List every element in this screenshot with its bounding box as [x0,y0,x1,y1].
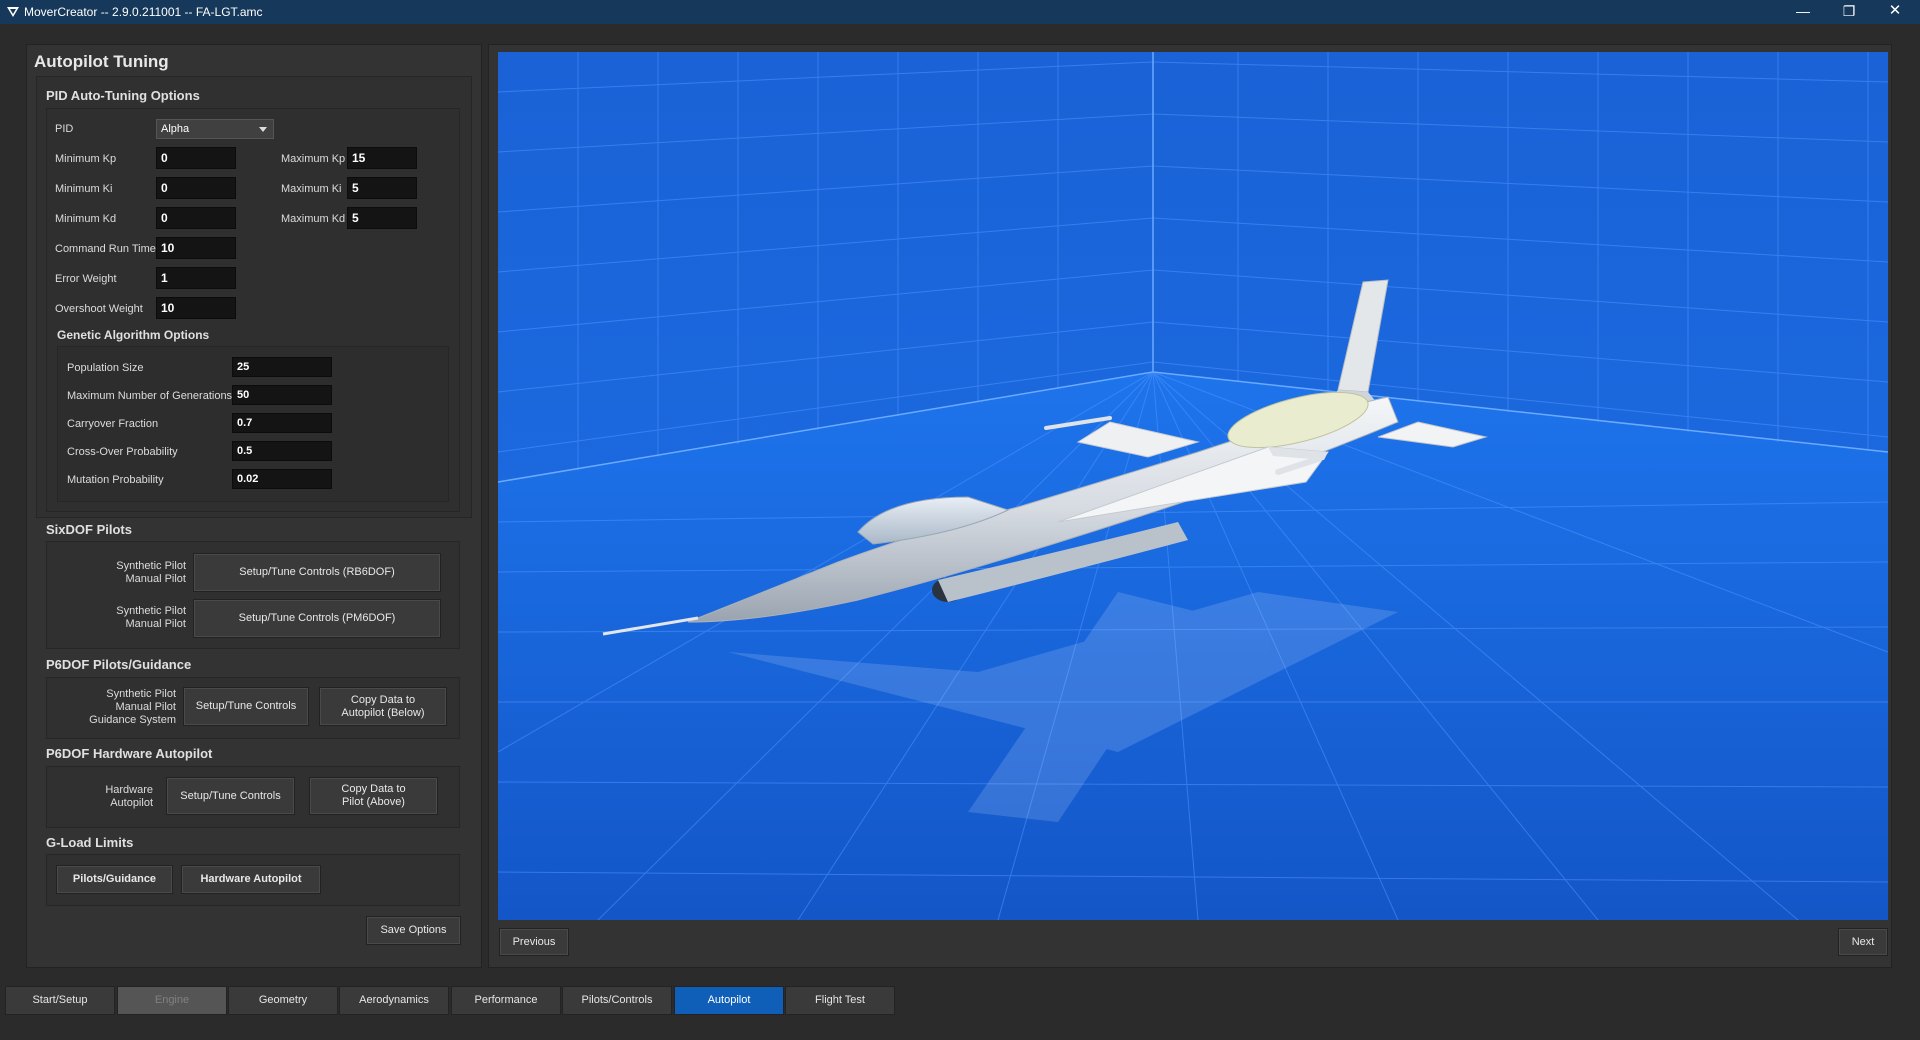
crossover-field[interactable]: 0.5 [232,441,332,461]
save-options-button[interactable]: Save Options [366,916,461,945]
copy-to-autopilot-line2: Autopilot (Below) [341,706,425,719]
carryover-field[interactable]: 0.7 [232,413,332,433]
sixdof-row2-label: Synthetic Pilot Manual Pilot [60,605,186,631]
gload-title: G-Load Limits [46,835,134,850]
pid-label: PID [55,123,74,135]
p6dof-hw-labels: Hardware Autopilot [60,784,153,810]
minimize-button[interactable]: — [1780,0,1826,24]
max-ki-label: Maximum Ki [281,183,342,195]
min-kp-field[interactable]: 0 [156,147,236,169]
tab-aerodynamics[interactable]: Aerodynamics [339,986,449,1015]
overshoot-label: Overshoot Weight [55,303,143,315]
gload-hardware-button[interactable]: Hardware Autopilot [181,865,321,894]
app-logo-icon [7,7,19,17]
min-kd-label: Minimum Kd [55,213,117,225]
chevron-down-icon [259,127,267,132]
manual-pilot-label: Manual Pilot [125,573,186,585]
copy-to-autopilot-button[interactable]: Copy Data to Autopilot (Below) [319,687,447,726]
ga-section-title: Genetic Algorithm Options [57,328,210,342]
tab-pilots-controls[interactable]: Pilots/Controls [562,986,672,1015]
panel-title: Autopilot Tuning [34,52,169,71]
copy-to-pilot-line2: Pilot (Above) [342,796,405,808]
p6dof-setup-button[interactable]: Setup/Tune Controls [183,687,309,726]
tab-flight-test[interactable]: Flight Test [785,986,895,1015]
tab-geometry[interactable]: Geometry [228,986,338,1015]
tab-engine[interactable]: Engine [117,986,227,1015]
error-weight-label: Error Weight [55,273,117,285]
tab-start-setup[interactable]: Start/Setup [5,986,115,1015]
population-field[interactable]: 25 [232,357,332,377]
max-ki-field[interactable]: 5 [347,177,417,199]
hardware-label: Hardware [105,784,153,796]
sixdof-section-title: SixDOF Pilots [46,522,132,537]
run-time-field[interactable]: 10 [156,237,236,259]
manual-pilot-label: Manual Pilot [115,701,176,713]
title-bar: MoverCreator -- 2.9.0.211001 -- FA-LGT.a… [0,0,1920,24]
max-kp-label: Maximum Kp [281,153,346,165]
window-title: MoverCreator -- 2.9.0.211001 -- FA-LGT.a… [24,5,263,19]
aircraft-scene [498,52,1888,920]
min-kd-field[interactable]: 0 [156,207,236,229]
synthetic-pilot-label: Synthetic Pilot [116,560,186,572]
guidance-system-label: Guidance System [89,714,176,726]
synthetic-pilot-label: Synthetic Pilot [116,605,186,617]
restore-button[interactable]: ❐ [1826,0,1872,24]
pid-section-title: PID Auto-Tuning Options [46,88,200,103]
p6dof-guidance-labels: Synthetic Pilot Manual Pilot Guidance Sy… [60,688,176,727]
overshoot-field[interactable]: 10 [156,297,236,319]
copy-to-autopilot-line1: Copy Data to [350,693,416,706]
previous-button[interactable]: Previous [499,928,569,956]
run-time-label: Command Run Time [55,243,156,255]
setup-rb6dof-button[interactable]: Setup/Tune Controls (RB6DOF) [193,553,441,592]
copy-to-pilot-line1: Copy Data to [341,783,406,795]
hw-setup-button[interactable]: Setup/Tune Controls [166,777,295,815]
pid-select-value: Alpha [161,123,190,135]
error-weight-field[interactable]: 1 [156,267,236,289]
sixdof-row1-label: Synthetic Pilot Manual Pilot [60,560,186,586]
3d-viewport[interactable] [498,52,1888,920]
min-kp-label: Minimum Kp [55,153,117,165]
mutation-field[interactable]: 0.02 [232,469,332,489]
autopilot-label: Autopilot [110,797,153,809]
generations-field[interactable]: 50 [232,385,332,405]
manual-pilot-label: Manual Pilot [125,618,186,630]
p6dof-guidance-title: P6DOF Pilots/Guidance [46,657,192,672]
gload-pilots-button[interactable]: Pilots/Guidance [56,865,173,894]
setup-pm6dof-button[interactable]: Setup/Tune Controls (PM6DOF) [193,599,441,638]
mutation-label: Mutation Probability [67,474,164,486]
tab-performance[interactable]: Performance [451,986,561,1015]
close-button[interactable]: ✕ [1872,0,1918,24]
copy-to-pilot-button[interactable]: Copy Data to Pilot (Above) [309,777,438,815]
max-kd-label: Maximum Kd [281,213,346,225]
min-ki-field[interactable]: 0 [156,177,236,199]
population-label: Population Size [67,362,144,374]
carryover-label: Carryover Fraction [67,418,159,430]
min-ki-label: Minimum Ki [55,183,113,195]
max-kd-field[interactable]: 5 [347,207,417,229]
crossover-label: Cross-Over Probability [67,446,178,458]
p6dof-hw-title: P6DOF Hardware Autopilot [46,746,213,761]
next-button[interactable]: Next [1838,928,1888,956]
tab-autopilot[interactable]: Autopilot [674,986,784,1015]
max-kp-field[interactable]: 15 [347,147,417,169]
synthetic-pilot-label: Synthetic Pilot [106,688,176,700]
pid-select[interactable]: Alpha [156,119,274,139]
generations-label: Maximum Number of Generations [67,390,233,402]
